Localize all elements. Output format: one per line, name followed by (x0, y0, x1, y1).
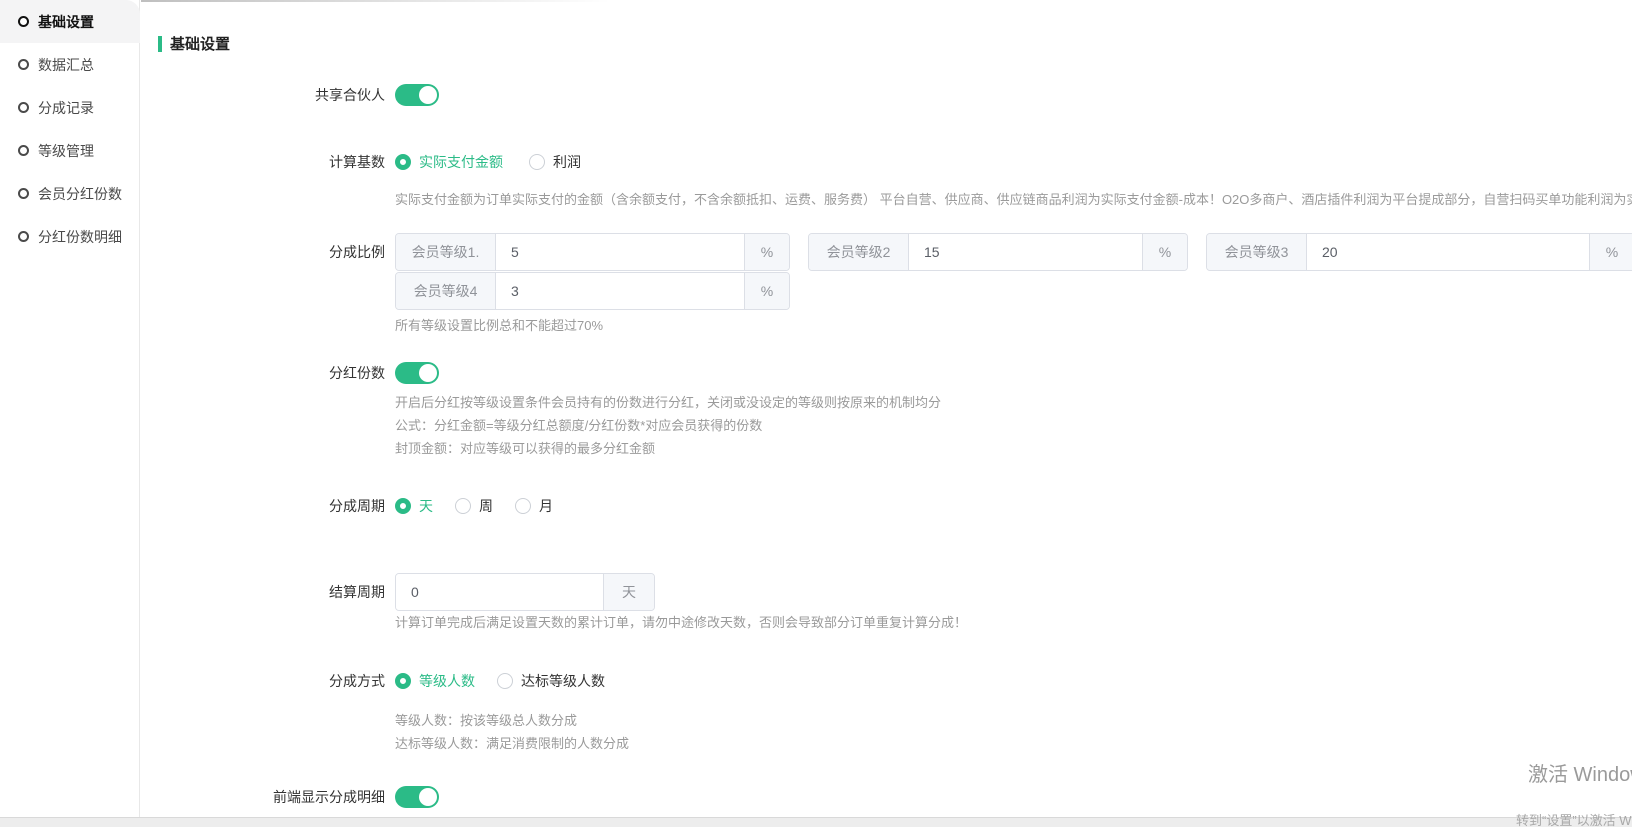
radio-unselected-icon (515, 498, 531, 514)
radio-unselected-icon (497, 673, 513, 689)
sidebar-item-label: 会员分红份数 (38, 184, 122, 204)
ratio-input-level3[interactable] (1307, 234, 1589, 270)
method-row: 分成方式 等级人数 达标等级人数 (141, 671, 605, 691)
front-display-label: 前端显示分成明细 (141, 787, 385, 807)
front-display-row: 前端显示分成明细 (141, 786, 439, 808)
day-suffix: 天 (603, 574, 654, 610)
calc-base-help: 实际支付金额为订单实际支付的金额（含余额支付，不含余额抵扣、运费、服务费） 平台… (395, 193, 1632, 206)
page-title: 基础设置 (158, 33, 230, 54)
settle-input[interactable] (396, 574, 603, 610)
cycle-label: 分成周期 (141, 496, 385, 516)
sidebar-item-basic-settings[interactable]: 基础设置 (0, 0, 140, 43)
sidebar-item-label: 数据汇总 (38, 55, 94, 75)
circle-icon (18, 231, 29, 242)
circle-icon (18, 16, 29, 27)
method-label: 分成方式 (141, 671, 385, 691)
radio-label: 实际支付金额 (419, 152, 503, 172)
radio-unselected-icon (455, 498, 471, 514)
radio-unselected-icon (529, 154, 545, 170)
radio-selected-icon (395, 498, 411, 514)
percent-suffix: % (1142, 234, 1187, 270)
percent-suffix: % (744, 273, 789, 309)
ratio-prefix: 会员等级1. (396, 234, 496, 270)
sidebar-item-level-management[interactable]: 等级管理 (0, 129, 140, 172)
radio-cycle-week[interactable]: 周 (455, 496, 493, 516)
radio-qualified-level-count[interactable]: 达标等级人数 (497, 671, 605, 691)
dividend-shares-row: 分红份数 (141, 362, 439, 384)
percent-suffix: % (1589, 234, 1632, 270)
page-title-text: 基础设置 (170, 33, 230, 54)
circle-icon (18, 145, 29, 156)
windows-activation-watermark: 激活 Windows (1528, 758, 1632, 787)
radio-profit[interactable]: 利润 (529, 152, 581, 172)
ratio-group-level1: 会员等级1. % (395, 233, 790, 271)
settle-row: 结算周期 天 (141, 573, 655, 611)
ratio-prefix: 会员等级4 (396, 273, 496, 309)
radio-cycle-day[interactable]: 天 (395, 496, 433, 516)
sidebar-item-member-dividend-shares[interactable]: 会员分红份数 (0, 172, 140, 215)
bottom-strip (0, 817, 1632, 827)
radio-selected-icon (395, 673, 411, 689)
dividend-shares-help-1: 开启后分红按等级设置条件会员持有的份数进行分红，关闭或没设定的等级则按原来的机制… (395, 396, 941, 409)
circle-icon (18, 188, 29, 199)
sidebar-item-data-summary[interactable]: 数据汇总 (0, 43, 140, 86)
sidebar-item-dividend-share-details[interactable]: 分红份数明细 (0, 215, 140, 258)
ratio-group-level3: 会员等级3 % (1206, 233, 1632, 271)
cycle-row: 分成周期 天 周 月 (141, 496, 553, 516)
calc-base-row: 计算基数 实际支付金额 利润 (141, 152, 581, 172)
share-partner-label: 共享合伙人 (141, 85, 385, 105)
radio-selected-icon (395, 154, 411, 170)
radio-cycle-month[interactable]: 月 (515, 496, 553, 516)
settings-sidebar: 基础设置 数据汇总 分成记录 等级管理 会员分红份数 分红份数明细 (0, 0, 140, 817)
radio-label: 等级人数 (419, 671, 475, 691)
percent-suffix: % (744, 234, 789, 270)
radio-actual-payment[interactable]: 实际支付金额 (395, 152, 503, 172)
dividend-shares-help-2: 公式：分红金额=等级分红总额度/分红份数*对应会员获得的份数 (395, 419, 762, 432)
ratio-prefix: 会员等级3 (1207, 234, 1307, 270)
ratio-group-level4: 会员等级4 % (395, 272, 790, 310)
sidebar-item-commission-records[interactable]: 分成记录 (0, 86, 140, 129)
ratio-label: 分成比例 (141, 242, 385, 262)
dividend-shares-help-3: 封顶金额：对应等级可以获得的最多分红金额 (395, 442, 655, 455)
method-help-2: 达标等级人数：满足消费限制的人数分成 (395, 737, 629, 750)
panel-top-shadow (141, 0, 611, 2)
circle-icon (18, 59, 29, 70)
sidebar-item-label: 等级管理 (38, 141, 94, 161)
radio-label: 达标等级人数 (521, 671, 605, 691)
dividend-shares-toggle[interactable] (395, 362, 439, 384)
radio-label: 天 (419, 496, 433, 516)
dividend-shares-label: 分红份数 (141, 363, 385, 383)
ratio-row-2: 会员等级4 % (141, 272, 790, 310)
sidebar-item-label: 分红份数明细 (38, 227, 122, 247)
settle-help: 计算订单完成后满足设置天数的累计订单，请勿中途修改天数，否则会导致部分订单重复计… (395, 616, 967, 629)
windows-activation-watermark-sub: 转到“设置”以激活 Windows。 (1516, 810, 1632, 829)
radio-label: 月 (539, 496, 553, 516)
basic-settings-panel: 基础设置 共享合伙人 计算基数 实际支付金额 利润 实际支付金额为订单实际支付的… (141, 0, 1632, 817)
sidebar-item-label: 分成记录 (38, 98, 94, 118)
settle-group: 天 (395, 573, 655, 611)
ratio-help: 所有等级设置比例总和不能超过70% (395, 319, 603, 332)
radio-label: 周 (479, 496, 493, 516)
radio-label: 利润 (553, 152, 581, 172)
settle-label: 结算周期 (141, 582, 385, 602)
share-partner-toggle[interactable] (395, 84, 439, 106)
method-help-1: 等级人数：按该等级总人数分成 (395, 714, 577, 727)
ratio-input-level4[interactable] (496, 273, 744, 309)
ratio-group-level2: 会员等级2 % (808, 233, 1188, 271)
ratio-input-level2[interactable] (909, 234, 1142, 270)
front-display-toggle[interactable] (395, 786, 439, 808)
ratio-input-level1[interactable] (496, 234, 744, 270)
calc-base-label: 计算基数 (141, 152, 385, 172)
ratio-prefix: 会员等级2 (809, 234, 909, 270)
circle-icon (18, 102, 29, 113)
radio-level-count[interactable]: 等级人数 (395, 671, 475, 691)
sidebar-item-label: 基础设置 (38, 12, 94, 32)
share-partner-row: 共享合伙人 (141, 84, 439, 106)
ratio-row-1: 分成比例 会员等级1. % 会员等级2 % 会员等级3 % (141, 233, 1632, 271)
title-accent-bar (158, 36, 162, 52)
